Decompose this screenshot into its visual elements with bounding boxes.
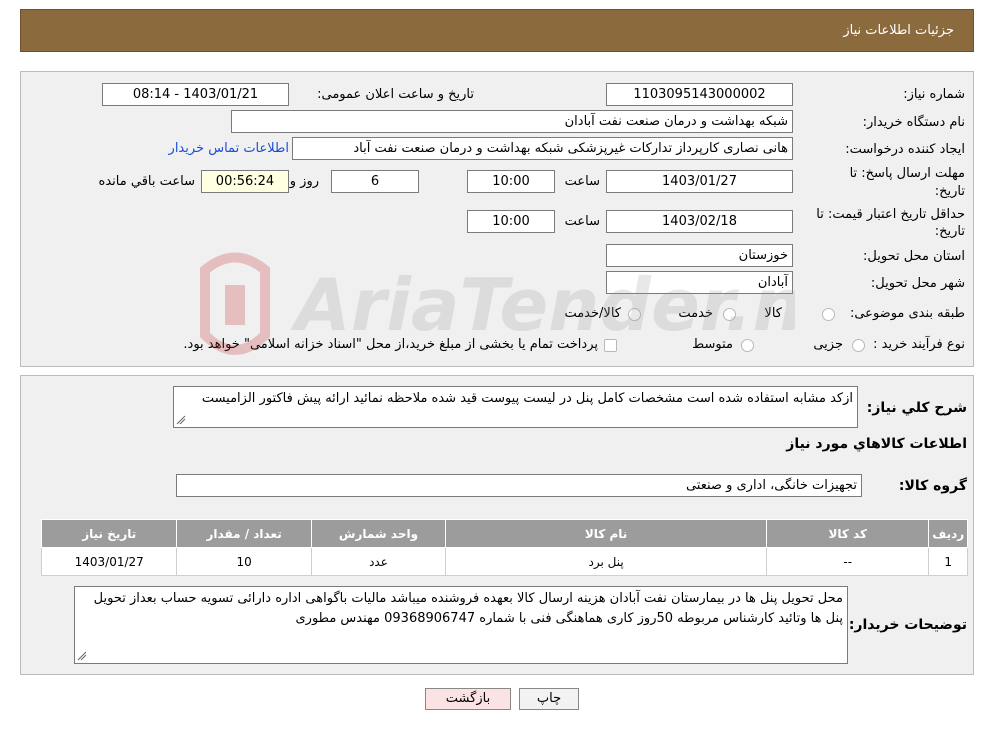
col-index: رديف [928, 519, 968, 548]
col-unit: واحد شمارش [310, 519, 447, 548]
page-title: جزئیات اطلاعات نیاز [843, 23, 954, 38]
payment-checkbox[interactable] [604, 339, 617, 352]
resize-grip-icon[interactable] [77, 651, 87, 661]
buyer-org-field[interactable]: شبکه بهداشت و درمان صنعت نفت آبادان [231, 110, 793, 133]
page-header: جزئیات اطلاعات نیاز [20, 9, 974, 52]
cell-code: -- [765, 547, 930, 576]
table-header-row: رديف کد کالا نام کالا واحد شمارش تعداد /… [40, 519, 968, 548]
deadline-time-field[interactable]: 10:00 [467, 170, 555, 193]
deadline-date-field[interactable]: 1403/01/27 [606, 170, 793, 193]
col-code: کد کالا [765, 519, 930, 548]
process-option-minor: جزیی [813, 337, 843, 352]
cell-name: پنل برد [445, 547, 767, 576]
validity-label: حداقل تاریخ اعتبار قیمت: تا [816, 207, 965, 222]
cell-unit: عدد [310, 547, 447, 576]
table-row[interactable]: 1 -- پنل برد عدد 10 1403/01/27 [40, 547, 968, 576]
category-radio-service[interactable] [723, 308, 736, 321]
category-label: طبقه بندی موضوعی: [849, 306, 965, 321]
need-number-label: شماره نیاز: [903, 87, 965, 102]
category-option-goods: کالا [764, 306, 782, 321]
description-label: شرح کلي نياز: [866, 400, 967, 416]
payment-note: پرداخت تمام یا بخشی از مبلغ خرید،از محل … [183, 337, 598, 352]
print-button[interactable]: چاپ [519, 688, 579, 710]
resize-grip-icon[interactable] [176, 415, 186, 425]
announce-field[interactable]: 1403/01/21 - 08:14 [102, 83, 289, 106]
province-field[interactable]: خوزستان [606, 244, 793, 267]
col-qty: تعداد / مقدار [176, 519, 312, 548]
city-field[interactable]: آبادان [606, 271, 793, 294]
need-number-field[interactable]: 1103095143000002 [606, 83, 793, 106]
process-label: نوع فرآیند خرید : [873, 337, 965, 352]
buyer-notes-textarea[interactable]: محل تحویل پنل ها در بیمارستان نفت آبادان… [74, 586, 848, 664]
goods-group-field[interactable]: تجهیزات خانگی، اداری و صنعتی [176, 474, 862, 497]
validity-time-label: ساعت [564, 214, 600, 229]
buyer-notes-label: توضیحات خریدار: [848, 617, 967, 633]
description-text: ازکد مشابه استفاده شده است مشخصات کامل پ… [201, 391, 853, 406]
back-button[interactable]: بازگشت [425, 688, 511, 710]
cell-qty: 10 [176, 547, 312, 576]
buyer-notes-text: محل تحویل پنل ها در بیمارستان نفت آبادان… [93, 591, 843, 626]
deadline-time-label: ساعت [564, 174, 600, 189]
deadline-label: مهلت ارسال پاسخ: تا [849, 166, 965, 181]
goods-group-label: گروه کالا: [898, 478, 967, 494]
category-radio-goods[interactable] [822, 308, 835, 321]
requester-label: ایجاد کننده درخواست: [845, 142, 965, 157]
description-textarea[interactable]: ازکد مشابه استفاده شده است مشخصات کامل پ… [173, 386, 858, 428]
col-name: نام کالا [445, 519, 767, 548]
validity-label-2: تاریخ: [934, 224, 965, 239]
process-option-medium: متوسط [692, 337, 733, 352]
process-radio-minor[interactable] [852, 339, 865, 352]
contact-buyer-link[interactable]: اطلاعات تماس خریدار [169, 141, 289, 156]
city-label: شهر محل تحویل: [870, 276, 965, 291]
deadline-label-2: تاریخ: [934, 184, 965, 199]
process-radio-medium[interactable] [741, 339, 754, 352]
category-option-service: خدمت [678, 306, 713, 321]
announce-label: تاریخ و ساعت اعلان عمومی: [317, 87, 474, 102]
category-radio-goods-service[interactable] [628, 308, 641, 321]
validity-time-field[interactable]: 10:00 [467, 210, 555, 233]
goods-section-title: اطلاعات کالاهاي مورد نياز [786, 436, 967, 452]
requester-field[interactable]: هانی نصاری کارپرداز تدارکات غیرپزشکی شبک… [292, 137, 793, 160]
col-date: تاريخ نياز [40, 519, 178, 548]
province-label: استان محل تحویل: [863, 249, 965, 264]
items-table: رديف کد کالا نام کالا واحد شمارش تعداد /… [40, 519, 968, 576]
cell-index: 1 [928, 547, 968, 576]
remaining-time-field: 00:56:24 [201, 170, 289, 193]
days-field[interactable]: 6 [331, 170, 419, 193]
remaining-label: ساعت باقي مانده [98, 174, 195, 189]
category-option-goods-service: کالا/خدمت [564, 306, 621, 321]
cell-date: 1403/01/27 [40, 547, 178, 576]
buyer-org-label: نام دستگاه خریدار: [862, 115, 965, 130]
validity-date-field[interactable]: 1403/02/18 [606, 210, 793, 233]
days-label: روز و [289, 174, 319, 189]
